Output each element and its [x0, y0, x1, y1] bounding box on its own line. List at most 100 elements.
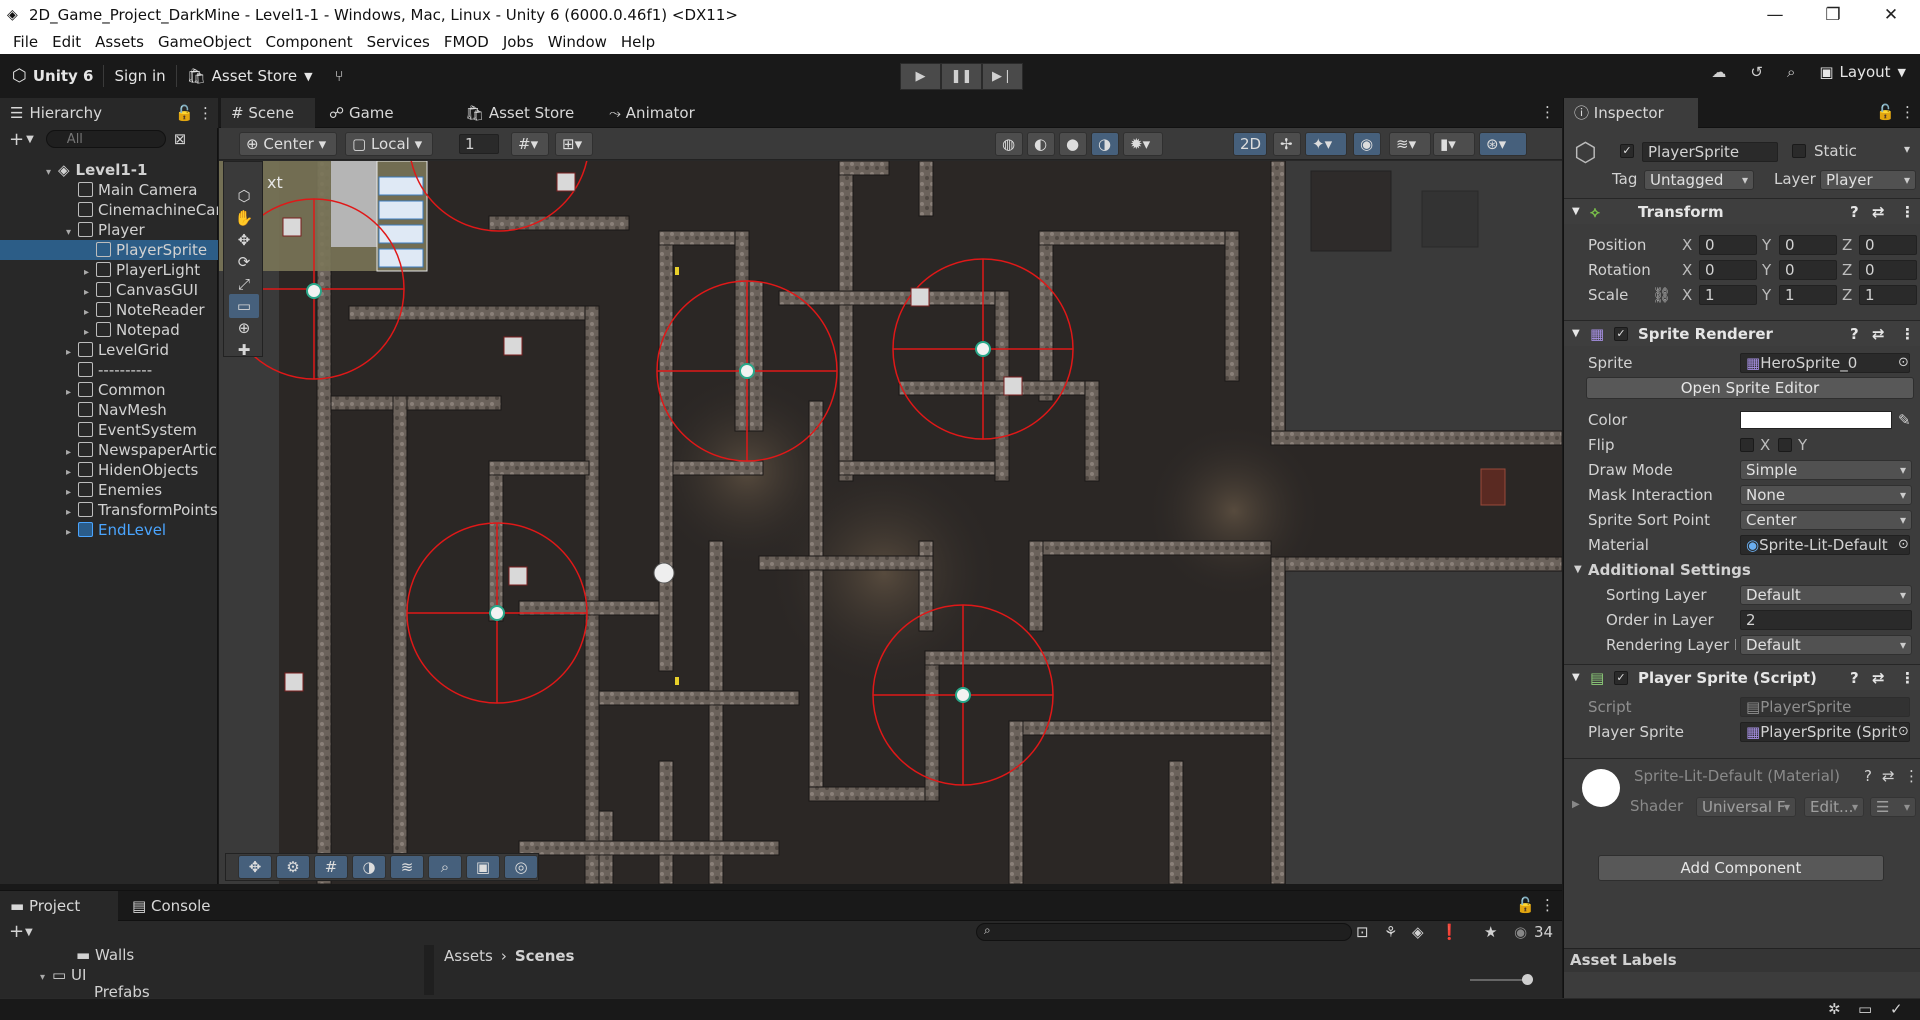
layer-dropdown[interactable]: Player [1820, 170, 1916, 190]
rendering-layer-dropdown[interactable]: Default [1740, 635, 1912, 655]
breadcrumb-assets[interactable]: Assets [444, 947, 493, 965]
preset-icon[interactable]: ⇄ [1882, 767, 1895, 785]
rotate-tool-icon[interactable]: ⟳ [229, 250, 259, 274]
scale-tool-icon[interactable]: ⤢ [229, 272, 259, 296]
pause-button[interactable]: ❚❚ [941, 63, 982, 90]
hierarchy-item[interactable]: ▸ NewspaperArticl [0, 440, 218, 460]
kebab-menu-icon[interactable]: ⋮ [1900, 665, 1915, 691]
move-icon[interactable]: ✥ [238, 855, 272, 879]
favorite-icon[interactable]: ★ [1484, 923, 1497, 941]
shading-wire-icon[interactable]: ◐ [1027, 132, 1055, 156]
search-options-icon[interactable]: ⊡ [1356, 923, 1369, 941]
chevron-down-icon[interactable]: ▾ [46, 163, 58, 180]
link-icon[interactable]: ⛓ [1652, 284, 1671, 306]
chevron-down-icon[interactable]: ▼ [25, 927, 33, 938]
sort-point-dropdown[interactable]: Center [1740, 510, 1912, 530]
check-icon[interactable]: ✓ [1890, 1000, 1903, 1018]
chevron-right-icon[interactable]: ▸ [84, 263, 96, 280]
shading-icon[interactable]: ◑ [352, 855, 386, 879]
hierarchy-item[interactable]: PlayerSprite [0, 240, 218, 260]
player-sprite[interactable] [653, 562, 675, 584]
tag-dropdown[interactable]: Untagged [1644, 170, 1754, 190]
hierarchy-item[interactable]: EventSystem [0, 420, 218, 440]
zoom-slider[interactable] [1470, 979, 1530, 981]
tree-item-ui[interactable]: ▾ ▭ UI [0, 965, 218, 985]
menu-jobs[interactable]: Jobs [496, 33, 541, 51]
shading-solid-icon[interactable]: ● [1059, 132, 1087, 156]
order-in-layer-field[interactable]: 2 [1740, 610, 1912, 630]
tree-item-walls[interactable]: ▬ Walls [0, 945, 218, 965]
hierarchy-item[interactable]: ▸ TransformPoints [0, 500, 218, 520]
asset-labels-bar[interactable]: Asset Labels [1564, 948, 1920, 972]
hierarchy-item[interactable]: ▸ Common [0, 380, 218, 400]
rotation-z-field[interactable]: 0 [1859, 260, 1917, 280]
chevron-right-icon[interactable]: ▸ [66, 523, 78, 540]
screen-icon[interactable]: ▣ [466, 855, 500, 879]
rect-tool-icon[interactable]: ▭ [229, 294, 259, 318]
hierarchy-search-input[interactable] [45, 130, 166, 148]
hierarchy-item[interactable]: ▾ ◈ Level1-1 [0, 160, 218, 180]
transform-header[interactable]: ▼ ⟡ Transform ? ⇄ ⋮ [1564, 198, 1920, 224]
flip-y-checkbox[interactable] [1778, 438, 1792, 452]
tab-hierarchy[interactable]: ☰ Hierarchy 🔓 ⋮ [0, 98, 218, 128]
kebab-menu-icon[interactable]: ⋮ [198, 98, 213, 128]
label-filter-icon[interactable]: ◈ [1412, 923, 1424, 941]
scale-z-field[interactable]: 1 [1859, 285, 1917, 305]
active-checkbox[interactable]: ✓ [1620, 144, 1634, 158]
debug-draw-icon[interactable]: ✹▾ [1123, 132, 1163, 156]
scrollbar[interactable] [424, 945, 434, 995]
help-icon[interactable]: ? [1850, 321, 1859, 347]
position-y-field[interactable]: 0 [1779, 235, 1837, 255]
menu-fmod[interactable]: FMOD [437, 33, 496, 51]
player-sprite-script-header[interactable]: ▼ ▤ ✓ Player Sprite (Script) ? ⇄ ⋮ [1564, 664, 1920, 690]
preset-icon[interactable]: ⇄ [1872, 665, 1885, 691]
compass-icon[interactable]: ◎ [504, 855, 538, 879]
transform-tool-icon[interactable]: ⊕ [229, 316, 259, 340]
chevron-down-icon[interactable]: ▾ [1904, 142, 1910, 156]
gizmos-icon[interactable]: ⊛▾ [1479, 132, 1527, 156]
additional-settings-row[interactable]: ▼ Additional Settings [1564, 559, 1920, 581]
hierarchy-item[interactable]: CinemachineCan [0, 200, 218, 220]
camera-icon[interactable]: ▮▾ [1433, 132, 1475, 156]
menu-edit[interactable]: Edit [45, 33, 88, 51]
color-swatch[interactable] [1740, 411, 1892, 429]
pivot-dropdown[interactable]: ⊕ Center ▾ [239, 132, 337, 156]
tab-scene[interactable]: # Scene [221, 98, 315, 128]
object-picker-icon[interactable]: ⊙ [1898, 721, 1909, 743]
menu-window[interactable]: Window [541, 33, 614, 51]
preset-icon[interactable]: ⇄ [1872, 321, 1885, 347]
chevron-right-icon[interactable]: ▸ [84, 323, 96, 340]
chevron-right-icon[interactable]: ▸ [66, 503, 78, 520]
snap-increment-field[interactable]: 1 [459, 134, 499, 154]
lock-icon[interactable]: 🔓 [1516, 896, 1535, 914]
kebab-menu-icon[interactable]: ⋮ [1900, 321, 1915, 347]
layout-dropdown[interactable]: ▣ Layout ▼ [1819, 63, 1906, 81]
hand-tool-icon[interactable]: ✋ [229, 206, 259, 230]
hierarchy-item[interactable]: ▾ Player [0, 220, 218, 240]
chevron-down-icon[interactable]: ▼ [26, 134, 34, 145]
tab-console[interactable]: ▤ Console [122, 891, 221, 921]
chevron-right-icon[interactable]: ▸ [84, 303, 96, 320]
script-enabled-checkbox[interactable]: ✓ [1614, 671, 1628, 685]
object-picker-icon[interactable]: ⊙ [1898, 352, 1909, 374]
chevron-right-icon[interactable]: ▸ [66, 443, 78, 460]
static-checkbox[interactable] [1792, 144, 1806, 158]
cloud-icon[interactable]: ☁ [1711, 63, 1726, 81]
menu-assets[interactable]: Assets [88, 33, 151, 51]
grid-icon[interactable]: # [314, 855, 348, 879]
unity-account-button[interactable]: ⬡ Unity 6 [12, 66, 93, 86]
notifications-icon[interactable]: ▭ [1858, 1000, 1872, 1018]
help-icon[interactable]: ? [1864, 767, 1872, 785]
hierarchy-item[interactable]: ▸ PlayerLight [0, 260, 218, 280]
rotation-y-field[interactable]: 0 [1779, 260, 1837, 280]
tab-asset-store[interactable]: 🛍 Asset Store [455, 98, 584, 128]
close-button[interactable]: ✕ [1862, 0, 1920, 30]
search-icon[interactable]: ⌕ [428, 855, 462, 879]
sprite-renderer-enabled-checkbox[interactable]: ✓ [1614, 327, 1628, 341]
chevron-right-icon[interactable]: ▸ [66, 343, 78, 360]
scene-viewport[interactable]: xt ⬡ ✋ ✥ ⟳ ⤢ ▭ ⊕ ✚ ✥ ⚙ # ◑ ≋ ⌕ ▣ ◎ [219, 161, 1562, 884]
version-control-icon[interactable]: ⑂ [335, 67, 344, 85]
kebab-menu-icon[interactable]: ⋮ [1904, 767, 1919, 785]
bug-icon[interactable]: ✲ [1828, 1000, 1841, 1018]
scale-y-field[interactable]: 1 [1779, 285, 1837, 305]
